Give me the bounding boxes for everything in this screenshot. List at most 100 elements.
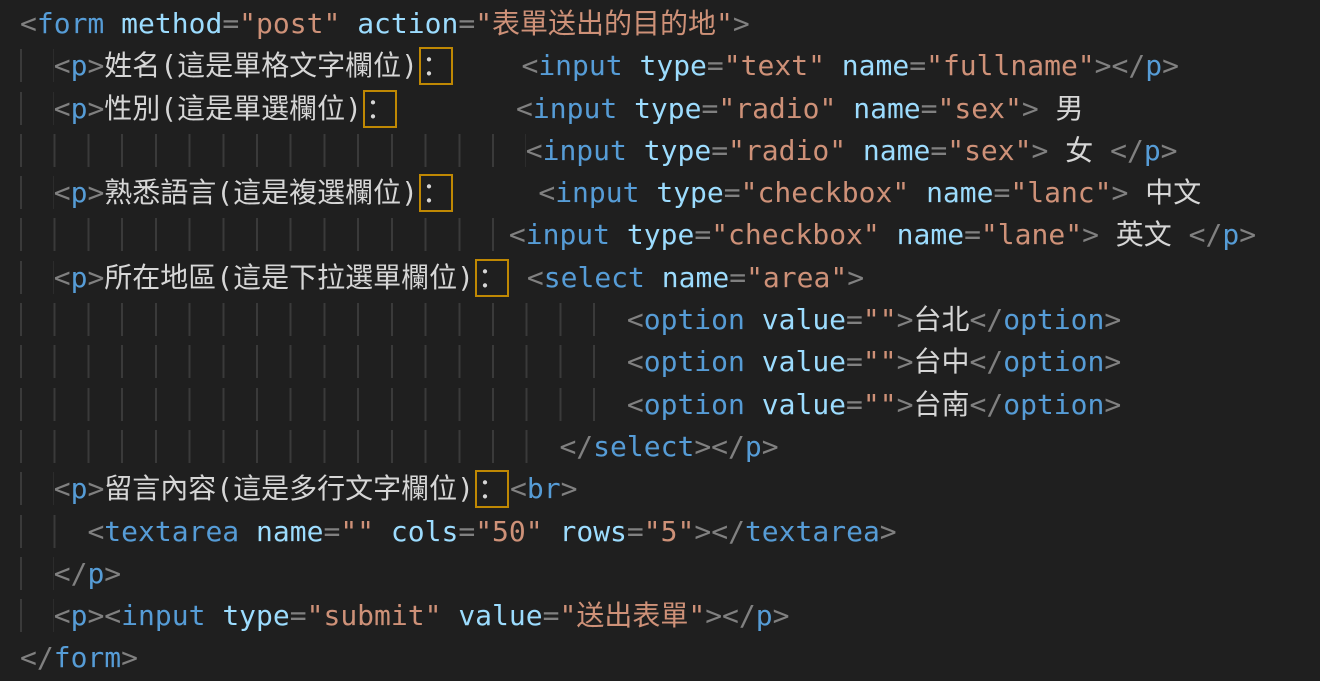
token-str: "" xyxy=(340,515,374,548)
token-str: "submit" xyxy=(307,599,442,632)
token-punct: < xyxy=(627,345,644,378)
token-punct: > xyxy=(897,345,914,378)
code-line-10[interactable]: <option value="">台南</option> xyxy=(20,384,1320,426)
token-punct: = xyxy=(921,92,938,125)
token-tag: option xyxy=(644,345,745,378)
token-punct: = xyxy=(543,599,560,632)
token-punct: ></ xyxy=(694,430,745,463)
token-tag: textarea xyxy=(745,515,880,548)
code-line-6[interactable]: <input type="checkbox" name="lane"> 英文 <… xyxy=(20,214,1320,256)
code-line-8[interactable]: <option value="">台北</option> xyxy=(20,299,1320,341)
token-attr: type xyxy=(639,49,706,82)
token-str: "radio" xyxy=(728,134,846,167)
token-str: "text" xyxy=(724,49,825,82)
token-punct: = xyxy=(694,218,711,251)
token-punct: </ xyxy=(54,557,88,590)
token-punct: = xyxy=(702,92,719,125)
code-line-1[interactable]: <form method="post" action="表單送出的目的地"> xyxy=(20,3,1320,45)
token-punct: = xyxy=(846,388,863,421)
token-punct: > xyxy=(773,599,790,632)
code-line-12[interactable]: <p>留言內容(這是多行文字欄位)：<br> xyxy=(20,468,1320,510)
token-punct: > xyxy=(121,641,138,674)
token-punct: = xyxy=(627,515,644,548)
code-line-11[interactable]: </select></p> xyxy=(20,426,1320,468)
token-punct: < xyxy=(627,388,644,421)
code-editor[interactable]: <form method="post" action="表單送出的目的地"> <… xyxy=(0,0,1320,681)
code-line-4[interactable]: <input type="radio" name="sex"> 女 </p> xyxy=(20,130,1320,172)
token-punct: = xyxy=(994,176,1011,209)
token-tag: p xyxy=(745,430,762,463)
token-punct: > xyxy=(1104,345,1121,378)
code-line-3[interactable]: <p>性別(這是單選欄位)： <input type="radio" name=… xyxy=(20,88,1320,130)
token-punct: = xyxy=(222,7,239,40)
token-tag: select xyxy=(593,430,694,463)
code-line-7[interactable]: <p>所在地區(這是下拉選單欄位)： <select name="area"> xyxy=(20,257,1320,299)
token-tag: br xyxy=(527,472,561,505)
code-line-16[interactable]: </form> xyxy=(20,637,1320,679)
token-attr: name xyxy=(842,49,909,82)
token-punct: > xyxy=(880,515,897,548)
token-str: "50" xyxy=(475,515,542,548)
token-punct: > xyxy=(87,472,104,505)
token-punct: = xyxy=(846,345,863,378)
token-punct: = xyxy=(323,515,340,548)
token-punct: > xyxy=(1161,134,1178,167)
code-line-14[interactable]: </p> xyxy=(20,553,1320,595)
token-text xyxy=(510,261,527,294)
token-tag: form xyxy=(37,7,104,40)
indent-guides xyxy=(20,261,54,294)
token-text: 台中 xyxy=(913,345,969,378)
token-tag: p xyxy=(1144,134,1161,167)
token-str: "radio" xyxy=(718,92,836,125)
token-text: 姓名(這是單格文字欄位) xyxy=(104,49,418,82)
token-punct: > xyxy=(104,557,121,590)
token-attr: type xyxy=(656,176,723,209)
token-punct: = xyxy=(458,7,475,40)
code-line-13[interactable]: <textarea name="" cols="50" rows="5"></t… xyxy=(20,511,1320,553)
token-punct: < xyxy=(509,218,526,251)
token-text xyxy=(205,599,222,632)
unicode-highlight-box: ： xyxy=(419,47,453,85)
indent-guides xyxy=(20,599,54,632)
token-punct: >< xyxy=(87,599,121,632)
token-attr: type xyxy=(644,134,711,167)
token-punct: = xyxy=(846,303,863,336)
code-line-15[interactable]: <p><input type="submit" value="送出表單"></p… xyxy=(20,595,1320,637)
code-line-5[interactable]: <p>熟悉語言(這是複選欄位)： <input type="checkbox" … xyxy=(20,172,1320,214)
token-text xyxy=(617,92,634,125)
token-text xyxy=(454,49,521,82)
token-str: "送出表單" xyxy=(559,599,705,632)
token-text xyxy=(623,49,640,82)
token-punct: </ xyxy=(970,345,1004,378)
token-punct: </ xyxy=(1189,218,1223,251)
token-text: 台南 xyxy=(913,388,969,421)
token-attr: name xyxy=(662,261,729,294)
token-tag: input xyxy=(543,134,627,167)
token-punct: < xyxy=(516,92,533,125)
token-punct: < xyxy=(20,7,37,40)
code-line-9[interactable]: <option value="">台中</option> xyxy=(20,341,1320,383)
token-punct: > xyxy=(847,261,864,294)
token-str: "checkbox" xyxy=(711,218,880,251)
token-attr: value xyxy=(762,388,846,421)
token-punct: < xyxy=(54,49,71,82)
token-text: 男 xyxy=(1039,92,1084,125)
code-line-2[interactable]: <p>姓名(這是單格文字欄位)： <input type="text" name… xyxy=(20,45,1320,87)
token-punct: = xyxy=(930,134,947,167)
token-text: 所在地區(這是下拉選單欄位) xyxy=(104,261,474,294)
token-punct: > xyxy=(1239,218,1256,251)
token-attr: cols xyxy=(391,515,458,548)
unicode-highlight-box: ： xyxy=(475,470,509,508)
token-punct: > xyxy=(87,261,104,294)
token-str: "lanc" xyxy=(1010,176,1111,209)
token-tag: p xyxy=(71,599,88,632)
token-tag: option xyxy=(1003,345,1104,378)
token-punct: > xyxy=(733,7,750,40)
token-attr: value xyxy=(762,303,846,336)
token-tag: p xyxy=(1145,49,1162,82)
token-tag: p xyxy=(756,599,773,632)
token-punct: > xyxy=(1104,303,1121,336)
token-str: "表單送出的目的地" xyxy=(475,7,733,40)
token-text xyxy=(104,7,121,40)
token-str: "" xyxy=(863,345,897,378)
